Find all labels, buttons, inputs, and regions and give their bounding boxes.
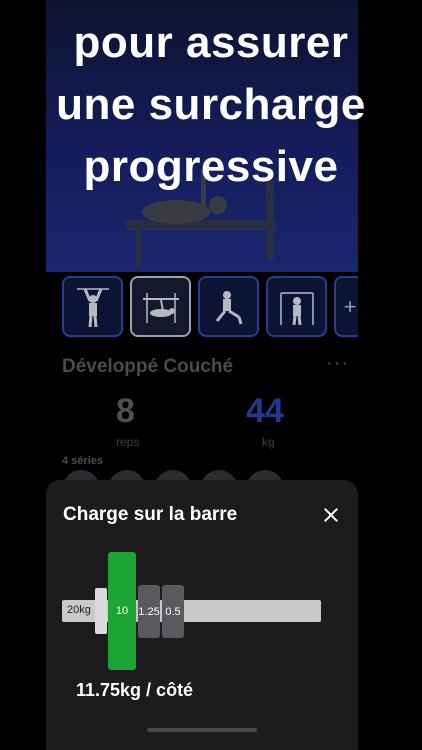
- weight-label: kg: [262, 435, 275, 449]
- exercise-thumb-pull-up[interactable]: [62, 276, 123, 337]
- exercise-thumb-lunge[interactable]: [198, 276, 259, 337]
- exercise-thumb-bench-press[interactable]: [130, 276, 191, 337]
- plus-icon: +: [343, 293, 357, 319]
- exercise-thumb-cable-row[interactable]: [266, 276, 327, 337]
- cable-row-figure-icon: [279, 291, 314, 325]
- plate-label: 1.25: [138, 605, 160, 618]
- more-options-icon[interactable]: ···: [326, 352, 349, 375]
- barbell-collar: [95, 588, 107, 634]
- exercise-thumbnails: +: [62, 276, 358, 337]
- headline-line-1: pour assurer: [73, 18, 349, 67]
- bar-load-sheet: Charge sur la barre 20kg 10 1.25 0.5 11.…: [46, 480, 358, 750]
- load-per-side: 11.75kg / côté: [76, 680, 194, 700]
- plate-0-5kg[interactable]: 0.5: [162, 585, 184, 638]
- sheet-title: Charge sur la barre: [63, 504, 238, 525]
- series-count-label: 4 séries: [62, 455, 103, 467]
- plate-label: 0.5: [165, 605, 181, 618]
- bar-weight-label: 20kg: [67, 604, 91, 616]
- lunge-figure-icon: [215, 290, 242, 324]
- reps-value[interactable]: 8: [116, 392, 135, 431]
- exercise-title: Développé Couché: [62, 356, 234, 377]
- headline-line-3: progressive: [83, 142, 339, 191]
- plate-10kg[interactable]: 10: [108, 552, 136, 670]
- home-indicator: [147, 728, 257, 732]
- close-icon[interactable]: [322, 506, 340, 524]
- plate-1-25kg[interactable]: 1.25: [138, 585, 160, 638]
- plate-label: 10: [115, 605, 129, 617]
- bench-press-figure-icon: [142, 292, 179, 323]
- promo-headline: pour assurer une surcharge progressive: [0, 12, 422, 198]
- reps-label: reps: [116, 435, 140, 449]
- exercise-thumb-more[interactable]: +: [334, 276, 358, 337]
- headline-line-2: une surcharge: [56, 80, 366, 129]
- pull-up-figure-icon: [76, 287, 109, 327]
- weight-value[interactable]: 44: [246, 392, 284, 431]
